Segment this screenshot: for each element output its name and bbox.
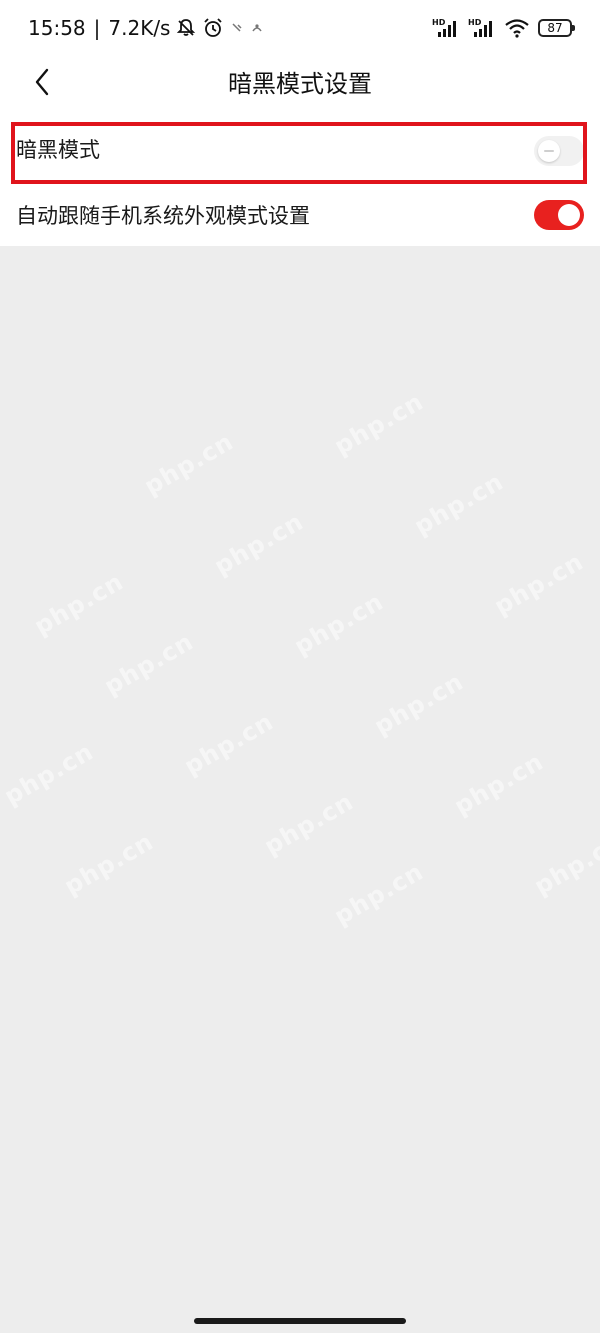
watermark: php.cn xyxy=(209,507,309,581)
battery-level: 87 xyxy=(547,21,563,35)
follow-system-label: 自动跟随手机系统外观模式设置 xyxy=(16,204,310,228)
watermark: php.cn xyxy=(179,707,279,781)
status-bar-left: 15:58 | 7.2K/s xyxy=(28,12,264,44)
follow-system-toggle[interactable] xyxy=(534,200,584,230)
watermark: php.cn xyxy=(289,587,389,661)
watermark: php.cn xyxy=(369,667,469,741)
status-net-speed: 7.2K/s xyxy=(108,16,171,40)
watermark: php.cn xyxy=(59,827,159,901)
hd-signal-icon: HD xyxy=(468,17,496,39)
toggle-knob xyxy=(558,204,580,226)
home-indicator[interactable] xyxy=(194,1318,406,1324)
watermark: php.cn xyxy=(449,747,549,821)
nav-bar: 暗黑模式设置 xyxy=(0,56,600,112)
watermark: php.cn xyxy=(329,857,429,931)
wifi-icon xyxy=(504,18,530,38)
status-bar-right: HD HD 87 xyxy=(432,12,575,44)
settings-list: 暗黑模式 自动跟随手机系统外观模式设置 xyxy=(0,112,600,246)
status-bar: 15:58 | 7.2K/s HD HD 87 xyxy=(0,0,600,56)
watermark: php.cn xyxy=(529,827,600,901)
watermark: php.cn xyxy=(29,567,129,641)
watermark: php.cn xyxy=(99,627,199,701)
svg-text:HD: HD xyxy=(468,18,482,27)
status-time: 15:58 xyxy=(28,16,86,40)
watermark: php.cn xyxy=(409,467,509,541)
watermark: php.cn xyxy=(139,427,239,501)
status-separator: | xyxy=(93,16,101,40)
highlight-box xyxy=(11,122,587,184)
page-title: 暗黑模式设置 xyxy=(228,70,372,98)
battery-icon: 87 xyxy=(538,19,575,37)
watermark: php.cn xyxy=(259,787,359,861)
alarm-icon xyxy=(202,17,224,39)
watermark: php.cn xyxy=(329,387,429,461)
bell-off-icon xyxy=(176,18,196,38)
svg-text:HD: HD xyxy=(432,18,446,27)
hd-signal-icon: HD xyxy=(432,17,460,39)
watermark: php.cn xyxy=(489,547,589,621)
notification-icon xyxy=(230,21,244,35)
notification-icon xyxy=(250,21,264,35)
follow-system-row: 自动跟随手机系统外观模式设置 xyxy=(0,182,600,248)
watermark: php.cn xyxy=(0,737,99,811)
